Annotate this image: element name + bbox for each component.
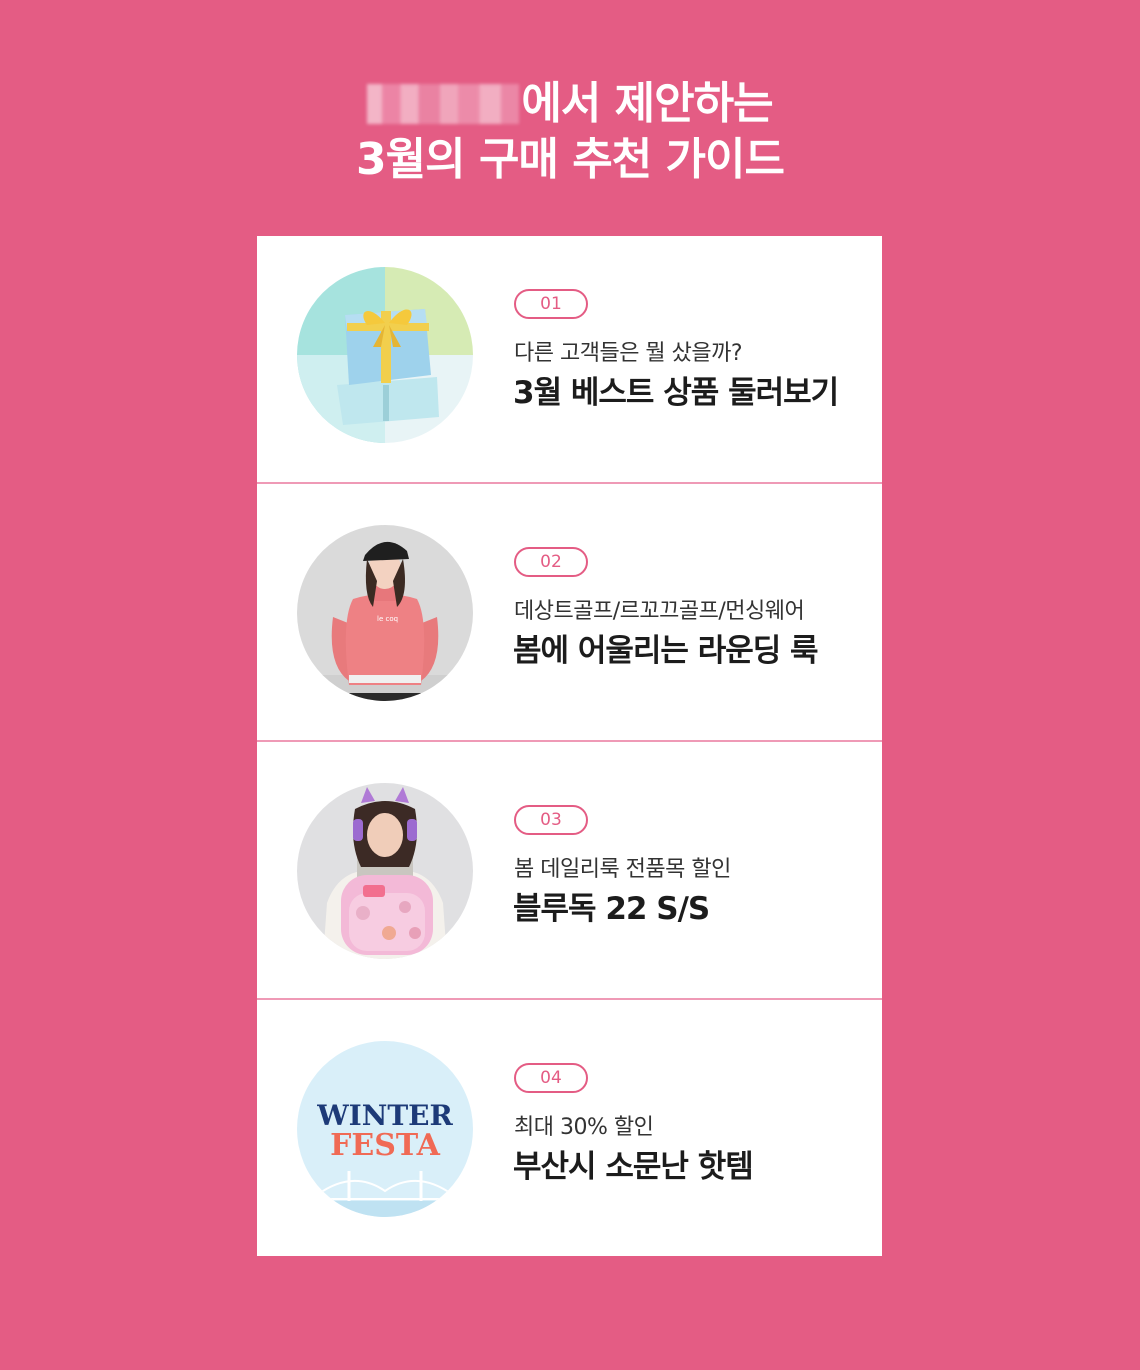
kid-backpack-image [297,783,473,959]
winter-festa-line2: FESTA [330,1128,441,1163]
item-subtitle: 데상트골프/르꼬끄골프/먼싱웨어 [514,599,805,624]
page-header: 에서 제안하는 3월의 구매 추천 가이드 [0,76,1140,188]
item-title: 블루독 22 S/S [513,891,710,927]
header-line-1: 에서 제안하는 [0,76,1140,132]
header-line-1-text: 에서 제안하는 [521,78,773,129]
svg-text:le coq: le coq [377,615,398,623]
recommendation-item[interactable]: 03 봄 데일리룩 전품목 할인 블루독 22 S/S [257,752,882,1008]
item-title: 부산시 소문난 핫템 [513,1149,754,1185]
divider [257,482,882,484]
golf-model-image: le coq [297,525,473,701]
divider [257,998,882,1000]
item-number-badge: 02 [514,547,588,577]
item-subtitle: 봄 데일리룩 전품목 할인 [514,857,731,882]
recommendation-item[interactable]: 01 다른 고객들은 뭘 샀을까? 3월 베스트 상품 둘러보기 [257,236,882,492]
item-title: 봄에 어울리는 라운딩 룩 [513,633,819,669]
header-line-2: 3월의 구매 추천 가이드 [356,134,785,185]
recommendation-list: 01 다른 고객들은 뭘 샀을까? 3월 베스트 상품 둘러보기 le coq [257,236,882,1256]
item-number-badge: 03 [514,805,588,835]
item-number-badge: 01 [514,289,588,319]
winter-festa-image: WINTER FESTA [297,1041,473,1217]
item-subtitle: 다른 고객들은 뭘 샀을까? [514,341,743,366]
gift-box-image [297,267,473,443]
divider [257,740,882,742]
recommendation-item[interactable]: le coq 02 데상트골프/르꼬끄골프/먼싱웨어 봄에 어울리는 라운딩 룩 [257,494,882,750]
item-subtitle: 최대 30% 할인 [514,1115,654,1140]
item-number-badge: 04 [514,1063,588,1093]
recommendation-item[interactable]: WINTER FESTA 04 최대 30% 할인 부산시 소문난 핫템 [257,1010,882,1266]
item-title: 3월 베스트 상품 둘러보기 [513,375,839,411]
blurred-brand-logo [367,84,520,124]
